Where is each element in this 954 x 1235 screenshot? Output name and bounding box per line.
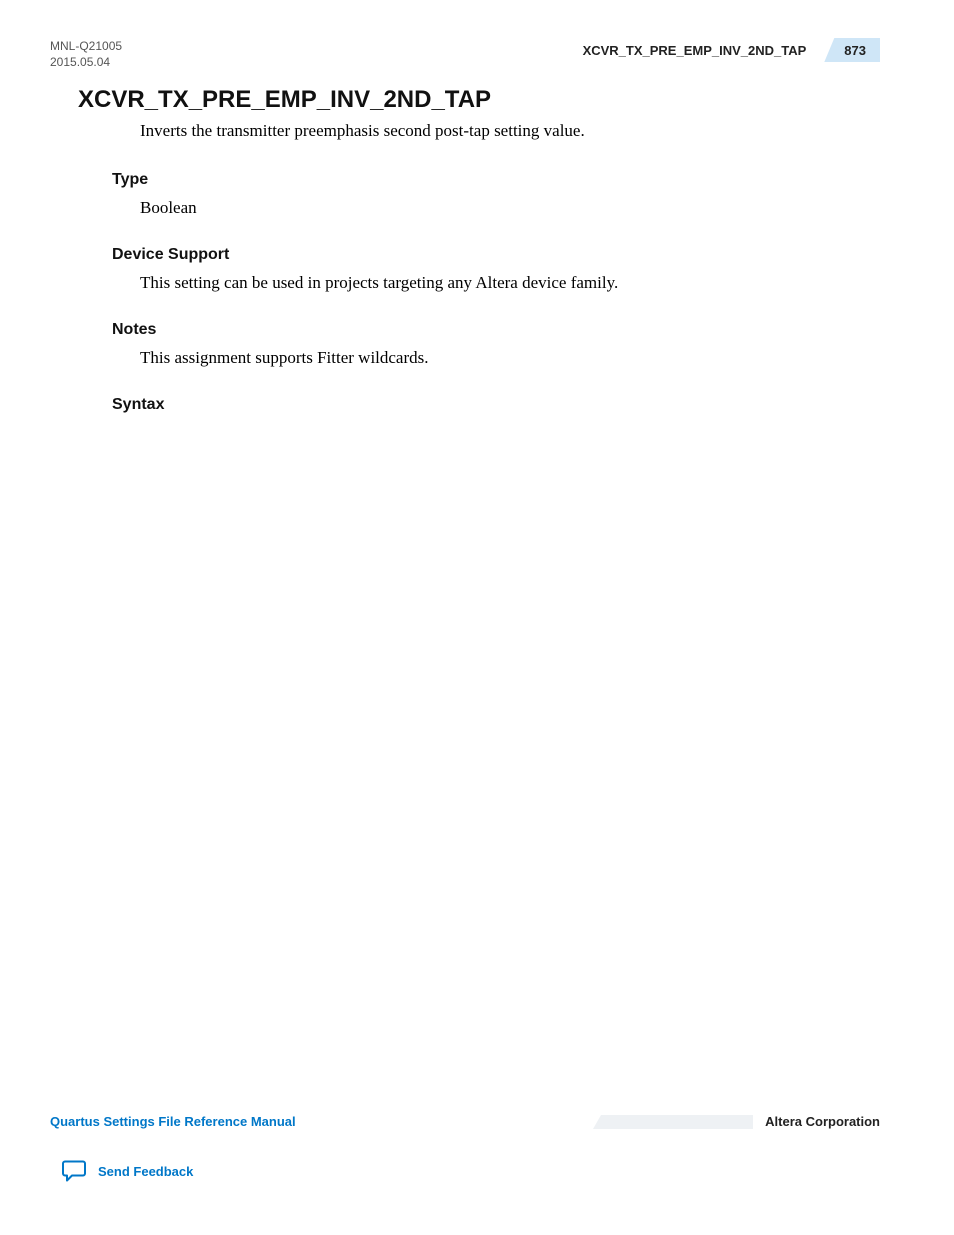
header-right: XCVR_TX_PRE_EMP_INV_2ND_TAP 873 [583, 38, 880, 62]
send-feedback-label: Send Feedback [98, 1164, 193, 1179]
footer-row: Quartus Settings File Reference Manual A… [50, 1114, 880, 1129]
page-content: XCVR_TX_PRE_EMP_INV_2ND_TAP Inverts the … [78, 86, 880, 440]
type-heading: Type [112, 171, 880, 189]
footer-divider [308, 1115, 754, 1129]
device-support-body: This setting can be used in projects tar… [140, 272, 880, 295]
section-notes: Notes This assignment supports Fitter wi… [112, 321, 880, 370]
company-name: Altera Corporation [765, 1114, 880, 1129]
manual-title-link[interactable]: Quartus Settings File Reference Manual [50, 1114, 296, 1129]
section-type: Type Boolean [112, 171, 880, 220]
page-number-badge: 873 [824, 38, 880, 62]
running-title: XCVR_TX_PRE_EMP_INV_2ND_TAP [583, 43, 825, 58]
notes-body: This assignment supports Fitter wildcard… [140, 347, 880, 370]
doc-id: MNL-Q21005 [50, 38, 122, 54]
section-syntax: Syntax [112, 396, 880, 414]
header-meta: MNL-Q21005 2015.05.04 [50, 38, 122, 70]
page-footer: Quartus Settings File Reference Manual A… [50, 1114, 880, 1183]
type-body: Boolean [140, 197, 880, 220]
intro-text: Inverts the transmitter preemphasis seco… [140, 120, 880, 143]
speech-bubble-icon [62, 1159, 88, 1183]
notes-heading: Notes [112, 321, 880, 339]
device-support-heading: Device Support [112, 246, 880, 264]
page-header: MNL-Q21005 2015.05.04 XCVR_TX_PRE_EMP_IN… [50, 38, 880, 70]
syntax-heading: Syntax [112, 396, 880, 414]
page-number: 873 [844, 43, 866, 58]
doc-date: 2015.05.04 [50, 54, 122, 70]
page-title: XCVR_TX_PRE_EMP_INV_2ND_TAP [78, 86, 880, 114]
section-device-support: Device Support This setting can be used … [112, 246, 880, 295]
send-feedback-link[interactable]: Send Feedback [62, 1159, 880, 1183]
